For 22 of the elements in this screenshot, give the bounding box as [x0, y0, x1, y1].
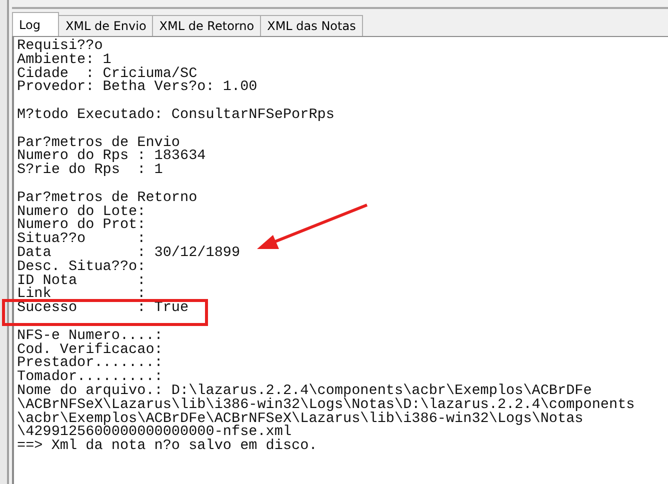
tab[interactable]: XML das Notas [260, 15, 363, 36]
log-line: Situa??o : [17, 233, 146, 247]
log-line: Requisi??o [17, 40, 103, 54]
log-line: Data : 30/12/1899 [17, 246, 240, 261]
splitter-bar[interactable] [0, 0, 9, 484]
log-line: Par?metros de Envio [17, 136, 180, 150]
log-line: S?rie do Rps : 1 [17, 164, 163, 178]
log-line: Numero do Lote: [17, 206, 146, 220]
tab[interactable]: Log [12, 12, 60, 36]
log-line: \ACBrNFSeX\Lazarus\lib\i386-win32\Logs\Notas\D:\lazarus.2.2.4\components [17, 398, 635, 413]
log-line: \acbr\Exemplos\ACBrDFe\ACBrNFSeX\Lazarus\lib\i386-win32\Logs\Notas [17, 412, 584, 426]
log-line: Link : [17, 288, 146, 302]
log-line: Sucesso : True [17, 302, 189, 316]
log-line: Tomador.........: [17, 371, 163, 385]
log-line: M?todo Executado: ConsultarNFSePorRps [17, 108, 334, 123]
log-line: NFS-e Numero....: [17, 330, 163, 344]
log-line: Par?metros de Retorno [17, 192, 198, 206]
log-line: ==> Xml da nota n?o salvo em disco. [17, 440, 318, 454]
log-line: Desc. Situa??o: [17, 260, 146, 275]
log-line: Ambiente: 1 [17, 54, 112, 68]
log-line: Nome do arquivo.: D:\lazarus.2.2.4\components\acbr\Exemplos\ACBrDFe [17, 384, 592, 399]
log-line: Provedor: Betha Vers?o: 1.00 [17, 81, 258, 96]
